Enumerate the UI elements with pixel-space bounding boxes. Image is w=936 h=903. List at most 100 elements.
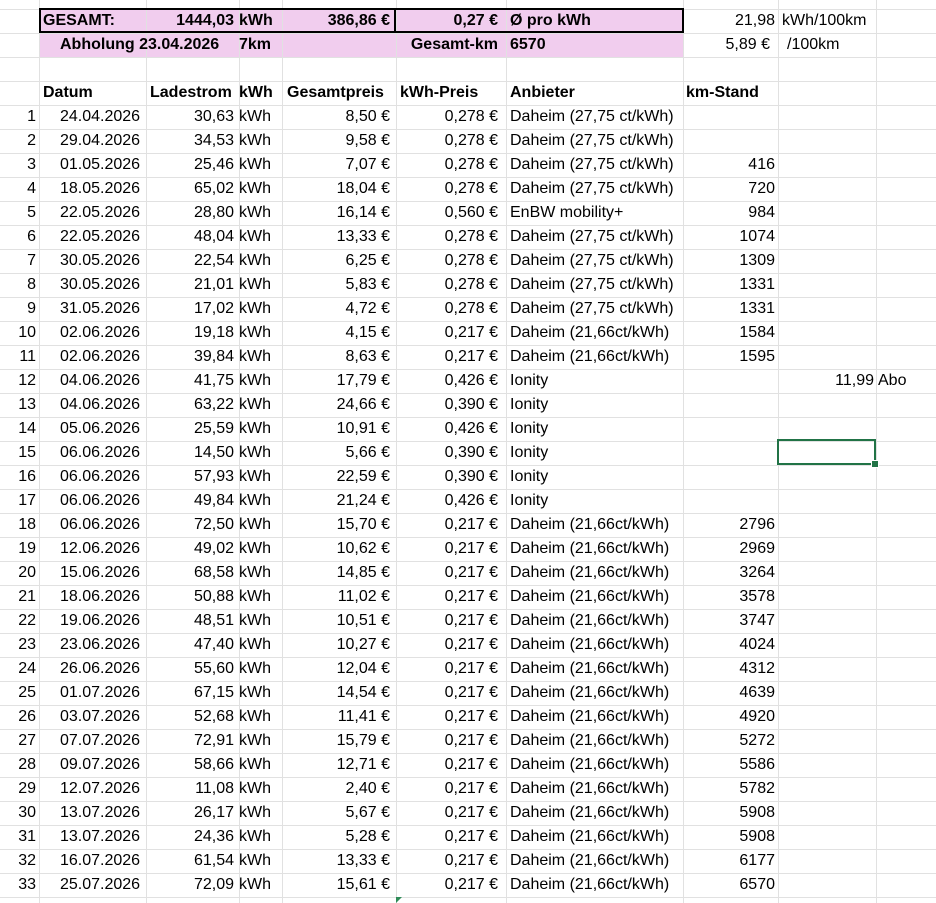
date-cell[interactable]: 04.06.2026	[60, 369, 144, 393]
total-price-cell[interactable]: 5,83 €	[282, 273, 390, 297]
kwh-cell[interactable]: 72,91	[146, 729, 234, 753]
total-price-cell[interactable]: 17,79 €	[282, 369, 390, 393]
kwh-price-cell[interactable]: 0,217 €	[396, 777, 498, 801]
date-cell[interactable]: 25.07.2026	[60, 873, 144, 897]
summary-total-price[interactable]: 386,86 €	[282, 9, 390, 33]
row-number[interactable]: 7	[0, 249, 36, 273]
kwh-cell[interactable]: 48,51	[146, 609, 234, 633]
kwh-price-cell[interactable]: 0,217 €	[396, 585, 498, 609]
provider-cell[interactable]: Daheim (21,66ct/kWh)	[510, 681, 682, 705]
kwh-unit-cell[interactable]: kWh	[239, 705, 279, 729]
kwh-cell[interactable]: 47,40	[146, 633, 234, 657]
date-cell[interactable]: 03.07.2026	[60, 705, 144, 729]
km-cell[interactable]: 4920	[683, 705, 775, 729]
kwh-price-cell[interactable]: 0,217 €	[396, 321, 498, 345]
kwh-price-cell[interactable]: 0,560 €	[396, 201, 498, 225]
row-number[interactable]: 13	[0, 393, 36, 417]
total-price-cell[interactable]: 2,40 €	[282, 777, 390, 801]
kwh-cell[interactable]: 24,36	[146, 825, 234, 849]
selected-cell[interactable]	[777, 439, 876, 465]
kwh-unit-cell[interactable]: kWh	[239, 345, 279, 369]
kwh-cell[interactable]: 68,58	[146, 561, 234, 585]
total-price-cell[interactable]: 13,33 €	[282, 849, 390, 873]
date-cell[interactable]: 06.06.2026	[60, 513, 144, 537]
summary-total-km[interactable]: 6570	[510, 33, 610, 57]
km-cell[interactable]: 1595	[683, 345, 775, 369]
row-number[interactable]: 6	[0, 225, 36, 249]
date-cell[interactable]: 22.05.2026	[60, 201, 144, 225]
summary-consumption[interactable]: 21,98	[684, 9, 775, 33]
provider-cell[interactable]: Daheim (21,66ct/kWh)	[510, 513, 682, 537]
row-number[interactable]: 22	[0, 609, 36, 633]
kwh-unit-cell[interactable]: kWh	[239, 297, 279, 321]
summary-pickup-km[interactable]: 7km	[239, 33, 289, 57]
row-number[interactable]: 30	[0, 801, 36, 825]
provider-cell[interactable]: Daheim (27,75 ct/kWh)	[510, 273, 682, 297]
row-number[interactable]: 12	[0, 369, 36, 393]
total-price-cell[interactable]: 18,04 €	[282, 177, 390, 201]
row-number[interactable]: 33	[0, 873, 36, 897]
kwh-cell[interactable]: 67,15	[146, 681, 234, 705]
kwh-price-cell[interactable]: 0,217 €	[396, 537, 498, 561]
date-cell[interactable]: 18.05.2026	[60, 177, 144, 201]
kwh-cell[interactable]: 21,01	[146, 273, 234, 297]
summary-total-km-label[interactable]: Gesamt-km	[398, 33, 498, 57]
provider-cell[interactable]: Daheim (21,66ct/kWh)	[510, 753, 682, 777]
provider-cell[interactable]: Daheim (21,66ct/kWh)	[510, 801, 682, 825]
row-number[interactable]: 10	[0, 321, 36, 345]
provider-cell[interactable]: Ionity	[510, 441, 682, 465]
side-note-value[interactable]: 11,99	[778, 369, 874, 393]
header-kwh[interactable]: kWh	[239, 81, 279, 105]
kwh-cell[interactable]: 41,75	[146, 369, 234, 393]
row-number[interactable]: 20	[0, 561, 36, 585]
header-kwh-preis[interactable]: kWh-Preis	[400, 81, 500, 105]
kwh-price-cell[interactable]: 0,217 €	[396, 753, 498, 777]
header-km-stand[interactable]: km-Stand	[686, 81, 776, 105]
kwh-cell[interactable]: 72,50	[146, 513, 234, 537]
provider-cell[interactable]: Daheim (21,66ct/kWh)	[510, 537, 682, 561]
row-number[interactable]: 26	[0, 705, 36, 729]
summary-gesamt-label[interactable]: GESAMT:	[43, 9, 143, 33]
km-cell[interactable]: 6570	[683, 873, 775, 897]
kwh-price-cell[interactable]: 0,390 €	[396, 393, 498, 417]
km-cell[interactable]: 720	[683, 177, 775, 201]
kwh-unit-cell[interactable]: kWh	[239, 177, 279, 201]
provider-cell[interactable]: Daheim (27,75 ct/kWh)	[510, 249, 682, 273]
provider-cell[interactable]: Daheim (21,66ct/kWh)	[510, 873, 682, 897]
km-cell[interactable]: 3747	[683, 609, 775, 633]
date-cell[interactable]: 15.06.2026	[60, 561, 144, 585]
kwh-cell[interactable]: 11,08	[146, 777, 234, 801]
provider-cell[interactable]: Daheim (27,75 ct/kWh)	[510, 153, 682, 177]
row-number[interactable]: 8	[0, 273, 36, 297]
provider-cell[interactable]: Daheim (27,75 ct/kWh)	[510, 105, 682, 129]
kwh-cell[interactable]: 48,04	[146, 225, 234, 249]
kwh-price-cell[interactable]: 0,278 €	[396, 249, 498, 273]
row-number[interactable]: 32	[0, 849, 36, 873]
date-cell[interactable]: 01.05.2026	[60, 153, 144, 177]
row-number[interactable]: 29	[0, 777, 36, 801]
date-cell[interactable]: 31.05.2026	[60, 297, 144, 321]
provider-cell[interactable]: Daheim (21,66ct/kWh)	[510, 729, 682, 753]
km-cell[interactable]	[683, 417, 775, 441]
kwh-price-cell[interactable]: 0,426 €	[396, 417, 498, 441]
km-cell[interactable]: 2796	[683, 513, 775, 537]
kwh-unit-cell[interactable]: kWh	[239, 657, 279, 681]
summary-total-kwh[interactable]: 1444,03	[146, 9, 234, 33]
kwh-unit-cell[interactable]: kWh	[239, 633, 279, 657]
kwh-price-cell[interactable]: 0,278 €	[396, 177, 498, 201]
kwh-unit-cell[interactable]: kWh	[239, 753, 279, 777]
summary-avg-price[interactable]: 0,27 €	[398, 9, 498, 33]
kwh-unit-cell[interactable]: kWh	[239, 129, 279, 153]
km-cell[interactable]	[683, 105, 775, 129]
kwh-unit-cell[interactable]: kWh	[239, 681, 279, 705]
date-cell[interactable]: 06.06.2026	[60, 489, 144, 513]
total-price-cell[interactable]: 10,62 €	[282, 537, 390, 561]
row-number[interactable]: 19	[0, 537, 36, 561]
provider-cell[interactable]: Daheim (21,66ct/kWh)	[510, 345, 682, 369]
kwh-unit-cell[interactable]: kWh	[239, 825, 279, 849]
km-cell[interactable]: 4639	[683, 681, 775, 705]
provider-cell[interactable]: Daheim (21,66ct/kWh)	[510, 585, 682, 609]
kwh-cell[interactable]: 28,80	[146, 201, 234, 225]
date-cell[interactable]: 02.06.2026	[60, 321, 144, 345]
kwh-price-cell[interactable]: 0,217 €	[396, 729, 498, 753]
